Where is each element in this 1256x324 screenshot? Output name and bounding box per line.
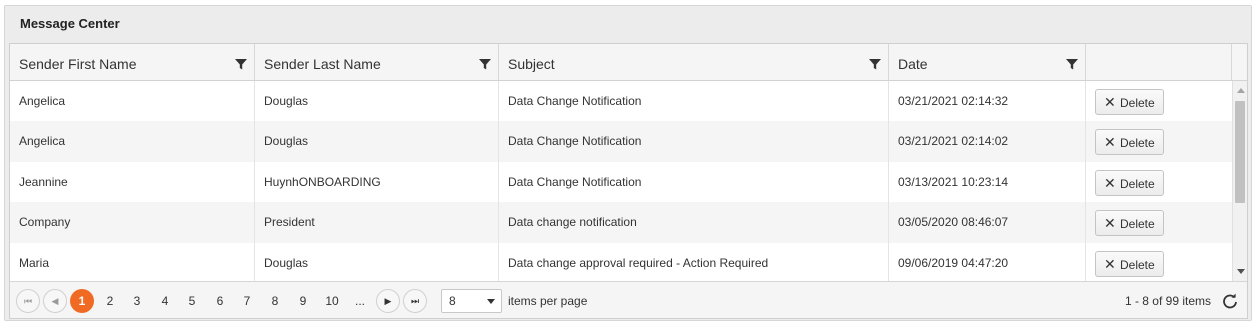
cell-subject: Data change notification: [499, 202, 889, 243]
table-row: Jeannine HuynhONBOARDING Data Change Not…: [10, 161, 1232, 203]
pager: ⏮ ◀ 1 2 3 4 5 6 7 8 9 10 ... ▶ ⏭ 8 items…: [10, 281, 1247, 318]
column-header-label: Date: [898, 56, 928, 72]
next-page-icon[interactable]: ▶: [376, 289, 400, 313]
delete-button[interactable]: ✕ Delete: [1095, 169, 1164, 196]
cell-first-name: Angelica: [10, 121, 255, 162]
page-number[interactable]: 7: [235, 289, 259, 313]
scroll-down-arrow-icon[interactable]: [1237, 269, 1245, 274]
delete-label: Delete: [1120, 136, 1155, 150]
column-header-label: Sender First Name: [19, 56, 137, 72]
page-number[interactable]: 2: [98, 289, 122, 313]
page-number[interactable]: 9: [291, 289, 315, 313]
vertical-scrollbar[interactable]: [1232, 81, 1247, 281]
cell-actions: ✕ Delete: [1086, 81, 1232, 122]
cell-last-name: Douglas: [255, 242, 499, 281]
table-row: Angelica Douglas Data Change Notificatio…: [10, 81, 1232, 122]
cell-subject: Data change approval required - Action R…: [499, 242, 889, 281]
delete-label: Delete: [1120, 96, 1155, 110]
delete-label: Delete: [1120, 217, 1155, 231]
cell-last-name: Douglas: [255, 121, 499, 162]
table-row: Maria Douglas Data change approval requi…: [10, 242, 1232, 282]
cell-date: 03/21/2021 02:14:02: [889, 121, 1086, 162]
cell-first-name: Angelica: [10, 81, 255, 122]
delete-label: Delete: [1120, 176, 1155, 191]
first-page-icon[interactable]: ⏮: [16, 289, 40, 313]
close-icon: ✕: [1104, 174, 1116, 191]
delete-button[interactable]: ✕ Delete: [1095, 129, 1164, 155]
last-page-icon[interactable]: ⏭: [403, 289, 427, 313]
delete-label: Delete: [1120, 257, 1155, 272]
cell-last-name: President: [255, 202, 499, 243]
table-row: Angelica Douglas Data Change Notificatio…: [10, 121, 1232, 162]
delete-button[interactable]: ✕ Delete: [1095, 210, 1164, 236]
filter-icon[interactable]: [234, 57, 248, 71]
page-size-select[interactable]: 8: [441, 289, 502, 313]
message-center-panel: Message Center Sender First Name Sender …: [4, 5, 1252, 321]
previous-page-icon[interactable]: ◀: [43, 289, 67, 313]
grid-header: Sender First Name Sender Last Name Subje…: [10, 44, 1247, 81]
page-number[interactable]: 8: [263, 289, 287, 313]
column-header-actions: [1086, 44, 1232, 80]
cell-date: 03/13/2021 10:23:14: [889, 161, 1086, 202]
page-number-current[interactable]: 1: [70, 289, 94, 313]
cell-date: 09/06/2019 04:47:20: [889, 242, 1086, 281]
refresh-icon[interactable]: [1222, 293, 1238, 309]
cell-first-name: Company: [10, 202, 255, 243]
close-icon: ✕: [1104, 255, 1116, 272]
cell-first-name: Maria: [10, 242, 255, 281]
column-header-label: Sender Last Name: [264, 56, 381, 72]
close-icon: ✕: [1104, 94, 1116, 110]
filter-icon[interactable]: [478, 57, 492, 71]
column-header-label: Subject: [508, 56, 555, 72]
column-header-date[interactable]: Date: [889, 44, 1086, 80]
column-header-sender-first-name[interactable]: Sender First Name: [10, 44, 255, 80]
cell-last-name: HuynhONBOARDING: [255, 161, 499, 202]
cell-date: 03/21/2021 02:14:32: [889, 81, 1086, 122]
close-icon: ✕: [1104, 215, 1116, 231]
scroll-up-arrow-icon[interactable]: [1237, 88, 1245, 93]
items-per-page-label: items per page: [508, 294, 588, 308]
filter-icon[interactable]: [1065, 57, 1079, 71]
close-icon: ✕: [1104, 134, 1116, 150]
delete-button[interactable]: ✕ Delete: [1095, 250, 1164, 277]
table-row: Company President Data change notificati…: [10, 202, 1232, 243]
cell-subject: Data Change Notification: [499, 81, 889, 122]
scroll-thumb[interactable]: [1235, 101, 1245, 203]
page-number[interactable]: 5: [180, 289, 204, 313]
column-header-subject[interactable]: Subject: [499, 44, 889, 80]
pager-info: 1 - 8 of 99 items: [1124, 294, 1211, 308]
delete-button[interactable]: ✕ Delete: [1095, 89, 1164, 115]
chevron-down-icon: [487, 299, 495, 304]
cell-subject: Data Change Notification: [499, 161, 889, 202]
page-number[interactable]: 10: [319, 289, 345, 313]
cell-last-name: Douglas: [255, 81, 499, 122]
page-number[interactable]: 3: [125, 289, 149, 313]
page-ellipsis[interactable]: ...: [348, 289, 372, 313]
cell-actions: ✕ Delete: [1086, 243, 1232, 282]
cell-first-name: Jeannine: [10, 161, 255, 202]
column-header-sender-last-name[interactable]: Sender Last Name: [255, 44, 499, 80]
cell-subject: Data Change Notification: [499, 121, 889, 162]
cell-actions: ✕ Delete: [1086, 162, 1232, 203]
panel-title: Message Center: [20, 16, 120, 31]
cell-date: 03/05/2020 08:46:07: [889, 202, 1086, 243]
page-size-value: 8: [449, 294, 456, 308]
filter-icon[interactable]: [868, 57, 882, 71]
grid-body: Angelica Douglas Data Change Notificatio…: [10, 81, 1232, 281]
page-number[interactable]: 4: [153, 289, 177, 313]
cell-actions: ✕ Delete: [1086, 121, 1232, 162]
cell-actions: ✕ Delete: [1086, 202, 1232, 243]
page-number[interactable]: 6: [208, 289, 232, 313]
message-grid: Sender First Name Sender Last Name Subje…: [9, 43, 1248, 319]
